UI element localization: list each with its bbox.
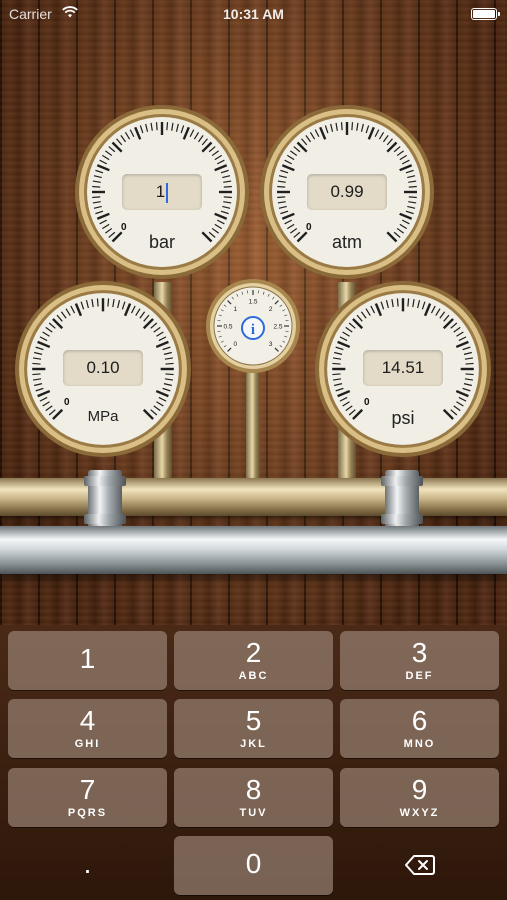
gauge-zero-label: 0: [364, 397, 370, 408]
gauge-tick: [155, 122, 158, 131]
unit-label-bar: bar: [148, 232, 176, 252]
key-6[interactable]: 6 MNO: [340, 699, 499, 758]
key-letters: GHI: [74, 738, 101, 750]
key-7[interactable]: 7 PQRS: [8, 768, 167, 827]
gauge-tick: [92, 185, 101, 188]
pipe-fitting-right: [381, 470, 423, 534]
pipe-info: [246, 372, 260, 482]
gauge-tick: [96, 298, 99, 307]
gauge-tick: [408, 196, 417, 199]
gauge-zero-label: 0: [121, 222, 127, 233]
gauge-tick: [165, 362, 174, 365]
key-5[interactable]: 5 JKL: [174, 699, 333, 758]
gauge-tick: [332, 362, 341, 365]
gauge-tick: [340, 122, 343, 131]
gauge-tick: [165, 373, 174, 376]
svg-text:i: i: [251, 322, 255, 338]
gauge-tick: [32, 373, 41, 376]
gauge-mpa[interactable]: 0.10 0 MPa: [14, 280, 192, 458]
key-digit: 9: [411, 774, 428, 805]
unit-label-psi: psi: [391, 408, 415, 428]
key-2[interactable]: 2 ABC: [174, 631, 333, 690]
numeric-keypad: 1 2 ABC 3 DEF 4 GHI 5 JKL 6 MNO 7 PQRS 8…: [0, 625, 507, 900]
gauge-tick: [107, 298, 110, 307]
key-3[interactable]: 3 DEF: [340, 631, 499, 690]
gauge-tick: [32, 362, 41, 365]
key-letters: MNO: [403, 738, 436, 750]
info-icon[interactable]: i: [241, 316, 265, 340]
info-gauge-dial: 0 0.5 1 1.5 2 2.5 3 i: [206, 279, 300, 373]
pipe-fitting-left: [84, 470, 126, 534]
gauge-tick: [396, 298, 399, 307]
gauge-tick: [408, 185, 417, 188]
gauge-tick: [166, 122, 169, 131]
gauge-tick: [332, 373, 341, 376]
key-letters: DEF: [405, 670, 434, 682]
decimal-key[interactable]: .: [8, 836, 167, 895]
steel-pipe: [0, 526, 507, 574]
text-cursor: [166, 182, 169, 203]
backspace-icon: [404, 855, 435, 875]
info-gauge-label: 0.5: [223, 324, 232, 331]
key-letters: TUV: [239, 807, 268, 819]
key-4[interactable]: 4 GHI: [8, 699, 167, 758]
gauge-atm[interactable]: 0.99 0 atm: [259, 104, 435, 280]
info-gauge-label: 1.5: [248, 299, 257, 306]
gauge-tick: [223, 185, 232, 188]
gauge-zero-label: 0: [64, 397, 70, 408]
key-digit: 7: [79, 774, 96, 805]
key-letters: ABC: [238, 670, 269, 682]
gauge-tick: [465, 362, 474, 365]
brass-pipe: [0, 478, 507, 516]
key-digit: 4: [79, 705, 96, 736]
key-digit: 5: [245, 705, 262, 736]
key-digit: 2: [245, 637, 262, 668]
bar-input[interactable]: 1: [122, 174, 202, 210]
key-digit: 8: [245, 774, 262, 805]
info-gauge-label: 0: [234, 341, 238, 348]
key-digit: 0: [245, 848, 262, 879]
gauge-zero-label: 0: [306, 222, 312, 233]
gauge-tick: [351, 122, 354, 131]
psi-input[interactable]: 14.51: [363, 350, 443, 386]
gauge-tick: [92, 196, 101, 199]
key-8[interactable]: 8 TUV: [174, 768, 333, 827]
gauge-tick: [277, 185, 286, 188]
clock: 10:31 AM: [223, 6, 284, 22]
key-0[interactable]: 0: [174, 836, 333, 895]
mpa-input[interactable]: 0.10: [63, 350, 143, 386]
key-digit: 6: [411, 705, 428, 736]
key-digit: .: [83, 848, 92, 879]
status-bar: Carrier 10:31 AM: [0, 0, 507, 28]
unit-label-atm: atm: [331, 232, 363, 252]
battery-icon: [471, 8, 500, 20]
key-letters: WXYZ: [399, 807, 440, 819]
atm-input[interactable]: 0.99: [307, 174, 387, 210]
info-gauge-label: 2: [269, 306, 273, 313]
key-digit: 1: [79, 643, 96, 674]
key-digit: 3: [411, 637, 428, 668]
unit-label-mpa: MPa: [87, 408, 119, 425]
key-letters: JKL: [240, 738, 267, 750]
key-1[interactable]: 1: [8, 631, 167, 690]
key-9[interactable]: 9 WXYZ: [340, 768, 499, 827]
gauge-tick: [465, 373, 474, 376]
info-gauge-label: 1: [234, 306, 238, 313]
info-gauge-label: 3: [269, 341, 273, 348]
info-gauge-label: 2.5: [273, 324, 282, 331]
gauge-tick: [407, 298, 410, 307]
gauge-psi[interactable]: 14.51 0 psi: [314, 280, 492, 458]
gauge-tick: [277, 196, 286, 199]
delete-key[interactable]: [340, 836, 499, 895]
info-gauge[interactable]: 0 0.5 1 1.5 2 2.5 3 i: [205, 278, 301, 374]
gauge-bar[interactable]: 1 0 bar: [74, 104, 250, 280]
key-letters: PQRS: [67, 807, 108, 819]
gauge-tick: [223, 196, 232, 199]
